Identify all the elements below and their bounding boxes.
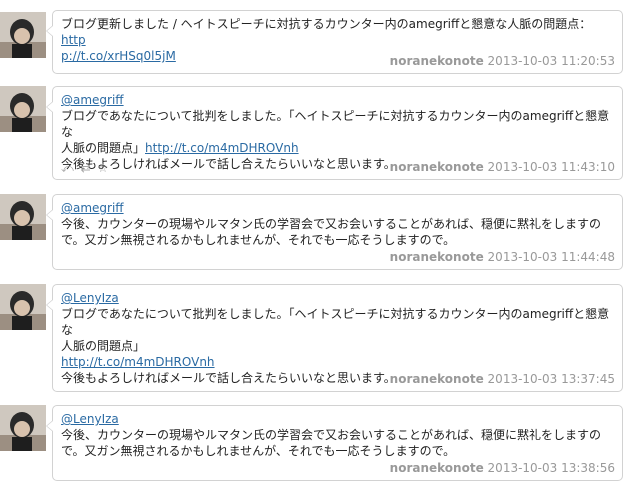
tweet-username[interactable]: noranekonote: [390, 250, 484, 264]
tweet-bubble: @amegriff ブログであなたについて批判をしました。「ヘイトスピーチに対抗…: [46, 86, 623, 180]
tweet-bubble: ブログ更新しました / ヘイトスピーチに対抗するカウンター内のamegriffと…: [46, 10, 623, 74]
mention-link[interactable]: @amegriff: [61, 93, 124, 107]
tweet-text-line: 今後、カウンターの現場やルマタン氏の学習会で又お会いすることがあれば、穏便に黙礼…: [61, 217, 602, 231]
avatar[interactable]: [0, 405, 46, 451]
tweet-username[interactable]: noranekonote: [390, 54, 484, 68]
tweet-username[interactable]: noranekonote: [390, 461, 484, 475]
tweet-text-line: 今後、カウンターの現場やルマタン氏の学習会で又お会いすることがあれば、穏便に黙礼…: [61, 428, 602, 442]
tweet-bubble: @LenyIza 今後、カウンターの現場やルマタン氏の学習会で又お会いすることが…: [46, 405, 623, 481]
tweet-meta: noranekonote 2013-10-03 11:20:53: [390, 54, 615, 68]
tweet-timestamp[interactable]: 2013-10-03 13:38:56: [488, 461, 615, 475]
tweet-actions: ⤺ ⇄ ☆: [61, 161, 111, 175]
tweet-item: @amegriff 今後、カウンターの現場やルマタン氏の学習会で又お会いすること…: [0, 194, 627, 270]
tweet-meta: noranekonote 2013-10-03 11:44:48: [390, 250, 615, 264]
tweet-timestamp[interactable]: 2013-10-03 11:43:10: [488, 160, 615, 174]
tweet-item: @LenyIza ブログであなたについて批判をしました。「ヘイトスピーチに対抗す…: [0, 284, 627, 392]
tweet-username[interactable]: noranekonote: [390, 372, 484, 386]
avatar[interactable]: [0, 284, 46, 330]
tweet-meta: noranekonote 2013-10-03 11:43:10: [390, 160, 615, 174]
tweet-bubble: @LenyIza ブログであなたについて批判をしました。「ヘイトスピーチに対抗す…: [46, 284, 623, 392]
tweet-link[interactable]: http://t.co/m4mDHROVnh: [61, 355, 215, 369]
tweet-bubble: @amegriff 今後、カウンターの現場やルマタン氏の学習会で又お会いすること…: [46, 194, 623, 270]
tweet-meta: noranekonote 2013-10-03 13:38:56: [390, 461, 615, 475]
avatar[interactable]: [0, 12, 46, 58]
mention-link[interactable]: @LenyIza: [61, 291, 119, 305]
tweet-link[interactable]: p://t.co/xrHSq0l5jM: [61, 49, 176, 63]
favorite-icon[interactable]: ☆: [98, 161, 109, 175]
retweet-icon[interactable]: ⇄: [81, 161, 91, 175]
tweet-meta: noranekonote 2013-10-03 13:37:45: [390, 372, 615, 386]
tweet-feed: ブログ更新しました / ヘイトスピーチに対抗するカウンター内のamegriffと…: [0, 0, 627, 503]
mention-link[interactable]: @amegriff: [61, 201, 124, 215]
tweet-text: @LenyIza 今後、カウンターの現場やルマタン氏の学習会で又お会いすることが…: [61, 411, 614, 459]
tweet-link[interactable]: http://t.co/m4mDHROVnh: [145, 141, 299, 155]
tweet-text-line: で。又ガン無視されるかもしれませんが、それでも一応そうしますので。: [61, 444, 456, 458]
tweet-text-line: ブログであなたについて批判をしました。「ヘイトスピーチに対抗するカウンター内のa…: [61, 109, 610, 139]
tweet-text-line: 今後もよろしければメールで話し合えたらいいなと思います。: [61, 371, 396, 385]
tweet-text-line: ブログであなたについて批判をしました。「ヘイトスピーチに対抗するカウンター内のa…: [61, 307, 610, 337]
tweet-item: @LenyIza 今後、カウンターの現場やルマタン氏の学習会で又お会いすることが…: [0, 405, 627, 481]
avatar[interactable]: [0, 194, 46, 240]
tweet-text-line: 人脈の問題点」: [61, 339, 146, 353]
avatar[interactable]: [0, 86, 46, 132]
reply-icon[interactable]: ⤺: [61, 161, 74, 175]
tweet-timestamp[interactable]: 2013-10-03 11:44:48: [488, 250, 615, 264]
tweet-text-line: 人脈の問題点」: [61, 141, 146, 155]
tweet-item: @amegriff ブログであなたについて批判をしました。「ヘイトスピーチに対抗…: [0, 86, 627, 182]
tweet-timestamp[interactable]: 2013-10-03 13:37:45: [488, 372, 615, 386]
mention-link[interactable]: @LenyIza: [61, 412, 119, 426]
tweet-text: @amegriff 今後、カウンターの現場やルマタン氏の学習会で又お会いすること…: [61, 200, 614, 248]
tweet-text-line: で。又ガン無視されるかもしれませんが、それでも一応そうしますので。: [61, 233, 456, 247]
tweet-timestamp[interactable]: 2013-10-03 11:20:53: [488, 54, 615, 68]
tweet-item: ブログ更新しました / ヘイトスピーチに対抗するカウンター内のamegriffと…: [0, 6, 627, 74]
tweet-username[interactable]: noranekonote: [390, 160, 484, 174]
tweet-link[interactable]: http: [61, 33, 86, 47]
tweet-text-line: ブログ更新しました / ヘイトスピーチに対抗するカウンター内のamegriffと…: [61, 17, 592, 31]
